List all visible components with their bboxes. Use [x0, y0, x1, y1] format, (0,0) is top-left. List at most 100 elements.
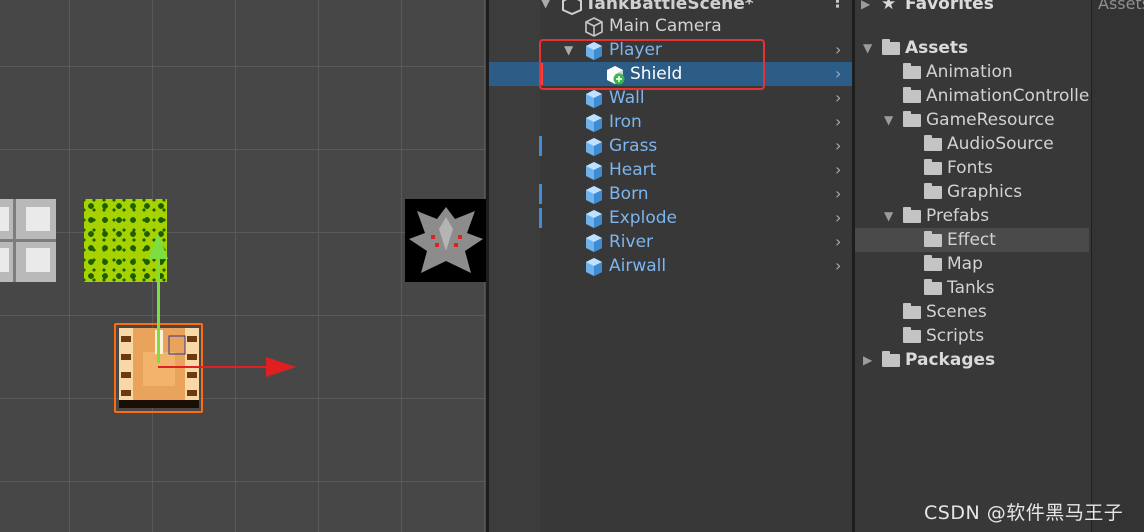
project-item-packages[interactable]: ▶ Packages	[855, 348, 1089, 372]
hierarchy-item-airwall[interactable]: Airwall ›	[489, 254, 852, 278]
watermark-text: CSDN @软件黑马王子	[924, 502, 1124, 524]
chevron-right-icon[interactable]: ›	[835, 88, 841, 108]
folder-icon	[882, 351, 900, 367]
chevron-right-icon[interactable]: ›	[835, 160, 841, 180]
folder-icon	[903, 327, 921, 343]
project-item-animation[interactable]: Animation	[855, 60, 1089, 84]
project-item-label: Prefabs	[926, 206, 990, 226]
chevron-right-icon[interactable]: ›	[835, 256, 841, 276]
project-content-pane[interactable]: Assets	[1091, 0, 1144, 532]
prefab-cube-icon	[586, 210, 602, 228]
project-item-prefabs[interactable]: ▼ Prefabs	[855, 204, 1089, 228]
prefab-cube-icon	[586, 186, 602, 204]
project-item-audiosource[interactable]: AudioSource	[855, 132, 1089, 156]
hierarchy-item-heart[interactable]: Heart ›	[489, 158, 852, 182]
folder-icon	[903, 63, 921, 79]
project-item-fonts[interactable]: Fonts	[855, 156, 1089, 180]
project-item-label: Assets	[905, 38, 969, 58]
project-item-gameresource[interactable]: ▼ GameResource	[855, 108, 1089, 132]
hierarchy-item-label: Iron	[609, 112, 642, 132]
chevron-right-icon[interactable]: ›	[835, 232, 841, 252]
hierarchy-item-river[interactable]: River ›	[489, 230, 852, 254]
project-item-map[interactable]: Map	[855, 252, 1089, 276]
hierarchy-item-label: Wall	[609, 88, 645, 108]
folder-open-icon	[882, 39, 900, 55]
folder-open-icon	[903, 111, 921, 127]
project-item-label: Tanks	[947, 278, 995, 298]
prefab-cube-icon	[586, 234, 602, 252]
gameobject-cube-icon	[585, 17, 603, 37]
prefab-cube-icon	[586, 114, 602, 132]
collapse-triangle-icon[interactable]: ▼	[863, 41, 872, 55]
hierarchy-item-label: River	[609, 232, 654, 252]
scene-title: TankBattleScene*	[585, 0, 754, 14]
prefab-cube-icon	[586, 90, 602, 108]
hierarchy-item-explode[interactable]: Explode ›	[489, 206, 852, 230]
project-item-tanks[interactable]: Tanks	[855, 276, 1089, 300]
favorites-label: Favorites	[905, 0, 994, 14]
folder-icon	[924, 159, 942, 175]
modified-marker	[539, 136, 542, 156]
favorites-row[interactable]: ▶ ★ Favorites	[855, 0, 1089, 16]
modified-marker	[539, 208, 542, 228]
hierarchy-item-label: Explode	[609, 208, 677, 228]
project-item-label: AnimationControlle	[926, 86, 1090, 106]
hierarchy-item-label: Grass	[609, 136, 658, 156]
expand-triangle-icon[interactable]: ▶	[861, 0, 870, 11]
project-item-label: Scripts	[926, 326, 985, 346]
project-item-label: Packages	[905, 350, 996, 370]
folder-icon	[903, 87, 921, 103]
project-item-graphics[interactable]: Graphics	[855, 180, 1089, 204]
gizmo-x-arrowhead[interactable]	[266, 357, 296, 377]
project-item-label: Map	[947, 254, 983, 274]
project-item-label: Animation	[926, 62, 1013, 82]
project-panel: ▶ ★ Favorites ▼ Assets Animation Animati…	[852, 0, 1144, 532]
move-gizmo-x-axis[interactable]	[158, 366, 270, 368]
expand-triangle-icon[interactable]: ▶	[863, 353, 872, 367]
star-icon: ★	[881, 0, 897, 14]
modified-marker	[539, 184, 542, 204]
hierarchy-item-grass[interactable]: Grass ›	[489, 134, 852, 158]
project-item-label: GameResource	[926, 110, 1055, 130]
chevron-right-icon[interactable]: ›	[835, 208, 841, 228]
prefab-cube-icon	[586, 138, 602, 156]
annotation-highlight-box	[539, 39, 765, 90]
chevron-right-icon[interactable]: ›	[835, 40, 841, 60]
scene-view[interactable]	[0, 0, 486, 532]
project-item-assets[interactable]: ▼ Assets	[855, 36, 1089, 60]
collapse-triangle-icon[interactable]: ▼	[884, 113, 893, 127]
gizmo-y-arrowhead[interactable]	[148, 233, 168, 261]
collapse-triangle-icon[interactable]: ▼	[541, 0, 550, 10]
chevron-right-icon[interactable]: ›	[835, 112, 841, 132]
collapse-triangle-icon[interactable]: ▼	[884, 209, 893, 223]
project-item-label: Effect	[947, 230, 996, 250]
prefab-cube-icon	[586, 258, 602, 276]
folder-open-icon	[903, 207, 921, 223]
unity-scene-icon	[562, 0, 582, 15]
hierarchy-item-label: Heart	[609, 160, 657, 180]
project-item-label: Fonts	[947, 158, 993, 178]
hierarchy-item-iron[interactable]: Iron ›	[489, 110, 852, 134]
project-item-scenes[interactable]: Scenes	[855, 300, 1089, 324]
project-item-effect[interactable]: Effect	[855, 228, 1089, 252]
project-item-label: Graphics	[947, 182, 1023, 202]
more-options-icon[interactable]: ⋮	[829, 0, 846, 12]
assets-breadcrumb[interactable]: Assets	[1098, 0, 1144, 13]
folder-icon	[924, 255, 942, 271]
move-gizmo-y-axis[interactable]	[157, 245, 160, 363]
prefab-cube-icon	[586, 162, 602, 180]
iron-block-sprite[interactable]	[0, 199, 56, 282]
heart-eagle-sprite[interactable]	[405, 199, 486, 282]
hierarchy-item-main-camera[interactable]: Main Camera	[489, 14, 852, 38]
chevron-right-icon[interactable]: ›	[835, 64, 841, 84]
hierarchy-item-label: Airwall	[609, 256, 667, 276]
chevron-right-icon[interactable]: ›	[835, 136, 841, 156]
project-item-scripts[interactable]: Scripts	[855, 324, 1089, 348]
folder-icon	[924, 183, 942, 199]
project-item-animationcontroller[interactable]: AnimationControlle	[855, 84, 1089, 108]
chevron-right-icon[interactable]: ›	[835, 184, 841, 204]
project-item-label: Scenes	[926, 302, 987, 322]
project-item-label: AudioSource	[947, 134, 1054, 154]
folder-icon	[924, 135, 942, 151]
hierarchy-item-born[interactable]: Born ›	[489, 182, 852, 206]
